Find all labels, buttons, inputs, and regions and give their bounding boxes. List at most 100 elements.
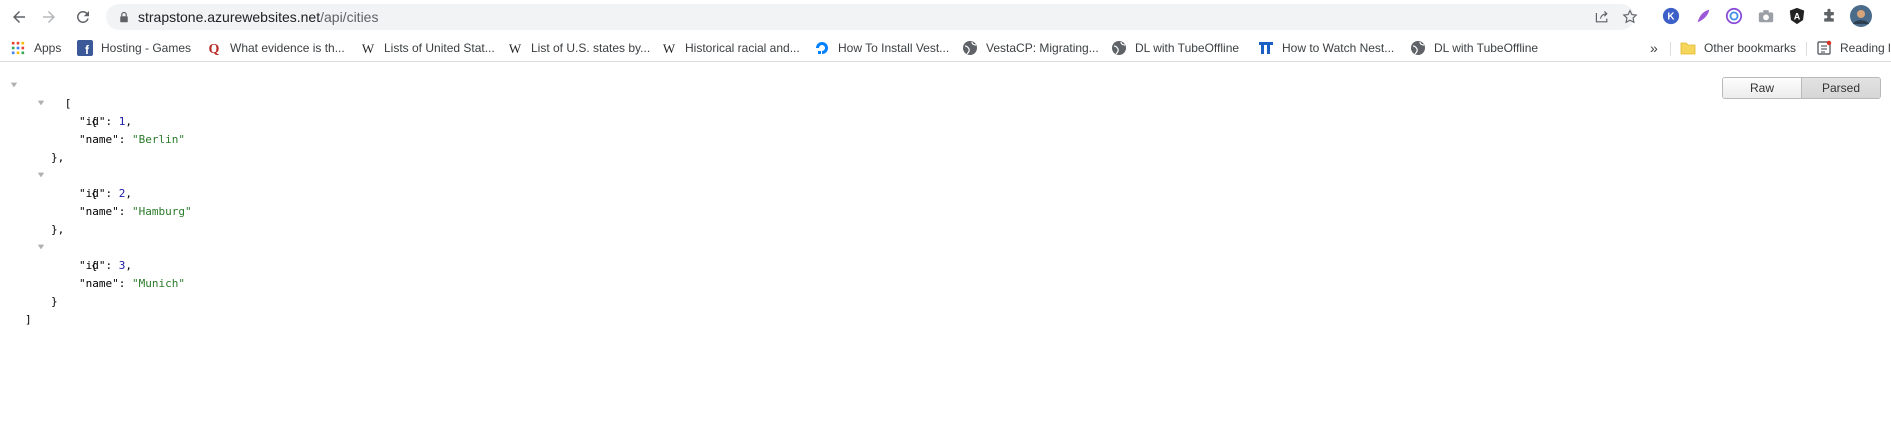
chevron-double-right-icon: »	[1650, 40, 1658, 56]
json-string: "Berlin"	[132, 133, 185, 146]
bookmark-item[interactable]: W Lists of United Stat...	[360, 39, 495, 57]
puzzle-icon[interactable]	[1818, 5, 1840, 27]
bookmark-item[interactable]: W List of U.S. states by...	[507, 39, 650, 57]
circle-extension-icon[interactable]	[1723, 5, 1745, 27]
forward-button[interactable]	[36, 4, 62, 30]
bookmark-label: Historical racial and...	[685, 41, 800, 55]
json-key: "name"	[79, 205, 119, 218]
json-string: "Munich"	[132, 277, 185, 290]
svg-text:W: W	[663, 41, 676, 56]
wikipedia-icon: W	[507, 40, 523, 56]
reading-list-button[interactable]: Reading list	[1816, 39, 1891, 57]
bookmark-label: Other bookmarks	[1704, 41, 1797, 55]
json-key: "id"	[79, 187, 106, 200]
bookmark-item[interactable]: Q What evidence is th...	[206, 39, 345, 57]
apps-grid-icon	[10, 40, 26, 56]
star-icon[interactable]	[1620, 8, 1640, 26]
bookmark-separator	[1806, 42, 1807, 56]
json-object-close: },	[51, 223, 65, 236]
bookmark-item[interactable]: DL with TubeOffline	[1410, 39, 1538, 57]
camera-icon[interactable]	[1755, 5, 1777, 27]
json-number: 1	[118, 115, 126, 128]
svg-text:W: W	[362, 41, 375, 56]
k-extension-icon[interactable]: K	[1660, 5, 1682, 27]
bookmark-label: DL with TubeOffline	[1135, 41, 1240, 55]
json-object-open: {	[0, 239, 192, 272]
json-property-name: "name": "Munich"	[79, 277, 185, 290]
share-icon[interactable]	[1592, 8, 1612, 26]
arrow-left-icon	[13, 11, 25, 23]
bookmark-label: How to Watch Nest...	[1282, 41, 1395, 55]
bookmark-label: Reading list	[1840, 41, 1891, 55]
json-property-name: "name": "Berlin"	[79, 133, 185, 146]
collapse-triangle-icon[interactable]	[9, 80, 19, 90]
reload-icon	[76, 10, 89, 23]
angular-icon[interactable]: A	[1786, 5, 1808, 27]
collapse-triangle-icon[interactable]	[36, 98, 46, 108]
more-bookmarks-button[interactable]: »	[1650, 39, 1658, 57]
address-bar[interactable]: strapstone.azurewebsites.net/api/cities	[106, 4, 1638, 30]
json-number: 3	[118, 259, 126, 272]
bookmark-label: List of U.S. states by...	[531, 41, 651, 55]
json-key: "name"	[79, 133, 119, 146]
svg-text:W: W	[509, 41, 522, 56]
collapse-triangle-icon[interactable]	[36, 242, 46, 252]
reading-list-icon	[1816, 40, 1832, 56]
bookmark-other[interactable]: Other bookmarks	[1680, 39, 1796, 57]
bookmark-separator	[1670, 42, 1671, 56]
lock-icon	[116, 9, 132, 25]
bookmark-label: Apps	[34, 41, 62, 55]
feather-extension-icon[interactable]	[1692, 5, 1714, 27]
json-property-id: "id": 3,	[79, 259, 132, 272]
json-object-close: }	[51, 295, 58, 308]
json-string: "Hamburg"	[132, 205, 192, 218]
json-property-name: "name": "Hamburg"	[79, 205, 192, 218]
quora-icon: Q	[206, 40, 222, 56]
bookmark-item[interactable]: VestaCP: Migrating...	[962, 39, 1099, 57]
json-number: 2	[118, 187, 126, 200]
digitalocean-icon	[814, 40, 830, 56]
json-object-close: },	[51, 151, 65, 164]
bookmark-label: What evidence is th...	[230, 41, 345, 55]
bookmark-label: VestaCP: Migrating...	[986, 41, 1099, 55]
svg-text:K: K	[1667, 12, 1675, 23]
collapse-triangle-icon[interactable]	[36, 170, 46, 180]
back-button[interactable]	[6, 4, 32, 30]
bookmark-label: DL with TubeOffline	[1434, 41, 1539, 55]
reload-button[interactable]	[70, 4, 96, 30]
facebook-icon: f	[77, 40, 93, 56]
bookmark-item[interactable]: DL with TubeOffline	[1111, 39, 1239, 57]
folder-icon	[1680, 40, 1696, 56]
bookmark-item[interactable]: How To Install Vest...	[814, 39, 949, 57]
view-mode-toggle: Raw Parsed	[1722, 77, 1881, 99]
globe-icon	[1410, 40, 1426, 56]
json-viewer: [ { "id": 1, "name": "Berlin" }, { "id":…	[0, 63, 1891, 433]
globe-icon	[1111, 40, 1127, 56]
url-path: /api/cities	[320, 9, 379, 25]
bookmark-item[interactable]: f Hosting - Games	[77, 39, 191, 57]
url-text[interactable]: strapstone.azurewebsites.net/api/cities	[138, 9, 378, 25]
arrow-right-icon	[43, 11, 55, 23]
json-tree: [ { "id": 1, "name": "Berlin" }, { "id":…	[0, 77, 192, 329]
wikipedia-icon: W	[661, 40, 677, 56]
svg-text:Q: Q	[209, 42, 220, 56]
tech-site-icon	[1258, 40, 1274, 56]
bookmarks-bar: Apps f Hosting - Games Q What evidence i…	[0, 34, 1891, 62]
json-object-open: {	[0, 95, 192, 128]
bookmark-item[interactable]: W Historical racial and...	[661, 39, 800, 57]
url-host: strapstone.azurewebsites.net	[138, 9, 321, 25]
json-key: "id"	[79, 259, 106, 272]
bookmark-label: How To Install Vest...	[838, 41, 950, 55]
json-property-id: "id": 1,	[79, 115, 132, 128]
bookmark-item[interactable]: How to Watch Nest...	[1258, 39, 1394, 57]
bookmark-label: Lists of United Stat...	[384, 41, 495, 55]
bookmark-apps[interactable]: Apps	[10, 39, 61, 57]
json-property-id: "id": 2,	[79, 187, 132, 200]
parsed-button[interactable]: Parsed	[1801, 78, 1880, 98]
avatar[interactable]	[1850, 5, 1872, 27]
raw-button[interactable]: Raw	[1723, 78, 1801, 98]
wikipedia-icon: W	[360, 40, 376, 56]
json-key: "name"	[79, 277, 119, 290]
globe-icon	[962, 40, 978, 56]
json-object-open: {	[0, 167, 192, 200]
